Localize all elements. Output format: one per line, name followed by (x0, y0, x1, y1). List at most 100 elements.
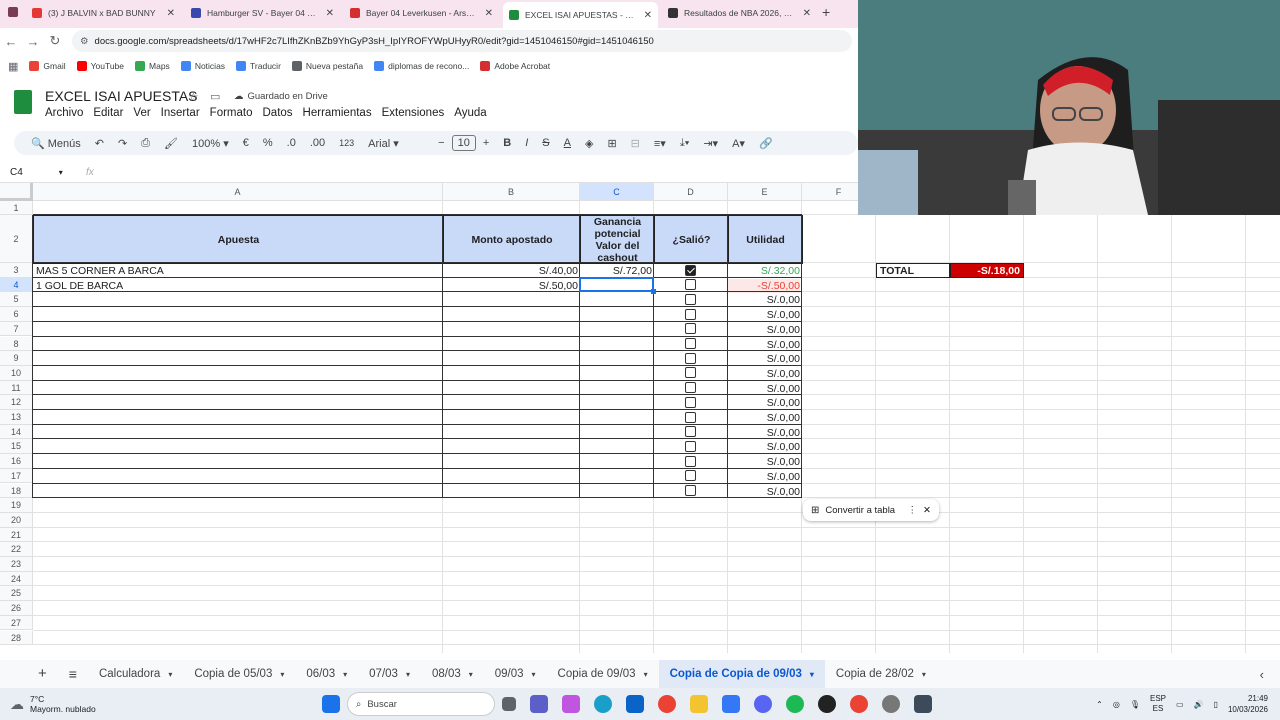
name-box[interactable]: C4 ▾ (10, 167, 63, 178)
browser-tab[interactable]: Hamburger SV - Bayer 04 Leve ✕ (185, 2, 340, 24)
sheet-tab[interactable]: 09/03 ▾ (484, 660, 547, 688)
align-icon[interactable]: ≡▾ (647, 137, 673, 150)
convert-to-table-chip[interactable]: ⊞ Convertir a tabla ⋮ ✕ (803, 499, 939, 521)
row-header[interactable]: 6 (0, 307, 33, 322)
checkbox-salio[interactable] (685, 382, 696, 394)
checkbox-salio[interactable] (685, 323, 696, 335)
selected-cell-outline[interactable] (579, 276, 654, 293)
sheet-tab-chevron-icon[interactable]: ▾ (469, 670, 473, 679)
bookmark-item[interactable]: Maps (135, 61, 170, 71)
sheet-tab[interactable]: 08/03 ▾ (421, 660, 484, 688)
row-header[interactable]: 7 (0, 321, 33, 337)
checkbox-salio[interactable] (685, 293, 696, 305)
column-header[interactable]: B (443, 183, 580, 201)
text-color-icon[interactable]: A (557, 137, 578, 149)
total-value[interactable]: -S/.18,00 (950, 263, 1024, 278)
menu-item[interactable]: Ver (133, 107, 150, 119)
menu-item[interactable]: Formato (210, 107, 253, 119)
browser-tab[interactable]: EXCEL ISAI APUESTAS - Hojas d✕ (503, 2, 658, 28)
close-tab-icon[interactable]: ✕ (161, 8, 175, 19)
close-icon[interactable]: ✕ (923, 505, 931, 516)
column-header[interactable]: E (728, 183, 802, 201)
browser-tab[interactable]: Resultados de NBA 2026, Balon ✕ (662, 2, 817, 24)
row-header[interactable]: 16 (0, 454, 33, 469)
row-header[interactable]: 24 (0, 571, 33, 587)
sheets-logo-icon[interactable] (14, 90, 32, 114)
close-tab-icon[interactable]: ✕ (797, 8, 811, 19)
checkbox-salio[interactable] (685, 264, 696, 276)
task-view-icon[interactable] (502, 697, 516, 711)
zoom-select[interactable]: 100% ▾ (185, 137, 236, 150)
row-header[interactable]: 1 (0, 201, 33, 215)
row-header[interactable]: 20 (0, 512, 33, 528)
decrease-decimal-button[interactable]: .0 (280, 137, 303, 149)
checkbox-salio[interactable] (685, 352, 696, 364)
print-icon[interactable]: ⎙ (134, 137, 157, 150)
row-header[interactable]: 10 (0, 365, 33, 381)
bookmark-item[interactable]: diplomas de recono... (374, 61, 469, 71)
weather-widget[interactable]: ☁ 7°C Mayorm. nublado (0, 694, 260, 714)
row-header[interactable]: 4 (0, 277, 33, 293)
table-header-d[interactable]: ¿Salió? (654, 215, 729, 264)
menu-item[interactable]: Extensiones (382, 107, 445, 119)
menu-item[interactable]: Insertar (161, 107, 200, 119)
paint-format-icon[interactable]: 🖌 (157, 137, 185, 150)
table-header-b[interactable]: Monto apostado (443, 215, 581, 264)
increase-decimal-button[interactable]: .00 (303, 137, 332, 149)
bookmark-item[interactable]: Traducir (236, 61, 281, 71)
microphone-icon[interactable]: 🎙 (1130, 700, 1140, 709)
checkbox-salio[interactable] (685, 338, 696, 349)
sheet-tab[interactable]: 06/03 ▾ (295, 660, 358, 688)
scroll-left-icon[interactable]: ‹ (1260, 667, 1280, 682)
column-header[interactable]: D (654, 183, 728, 201)
column-header[interactable]: A (33, 183, 443, 201)
taskbar-search[interactable]: ⌕ Buscar (347, 692, 495, 716)
outlook-icon[interactable] (626, 695, 644, 713)
sheet-tab-chevron-icon[interactable]: ▾ (168, 670, 172, 679)
rotate-icon[interactable]: A▾ (725, 137, 752, 150)
close-tab-icon[interactable]: ✕ (638, 10, 652, 21)
row-header[interactable]: 12 (0, 395, 33, 410)
apps-icon[interactable]: ▦ (8, 60, 18, 73)
browser-tab[interactable]: (3) J BALVIN x BAD BUNNY ✕ (26, 2, 181, 24)
checkbox-salio[interactable] (685, 470, 696, 482)
all-sheets-icon[interactable]: ≡ (58, 660, 88, 688)
calculator-icon[interactable] (914, 695, 932, 713)
bookmark-item[interactable]: YouTube (76, 61, 124, 71)
bold-button[interactable]: B (496, 137, 518, 149)
bookmark-item[interactable]: Gmail (29, 61, 66, 71)
menu-item[interactable]: Editar (93, 107, 123, 119)
forward-icon[interactable]: → (22, 34, 44, 49)
wrap-icon[interactable]: ⇥▾ (696, 137, 725, 150)
formula-bar[interactable] (100, 164, 858, 180)
italic-button[interactable]: I (518, 137, 535, 149)
merge-cells-icon[interactable]: ⊟ (624, 137, 647, 150)
column-header[interactable]: C (580, 183, 654, 201)
row-header[interactable]: 11 (0, 380, 33, 396)
document-title[interactable]: EXCEL ISAI APUESTAS (45, 88, 198, 104)
back-icon[interactable]: ← (0, 34, 22, 49)
copilot-icon[interactable] (562, 695, 580, 713)
checkbox-salio[interactable] (685, 308, 696, 320)
discord-icon[interactable] (754, 695, 772, 713)
checkbox-salio[interactable] (685, 411, 696, 423)
checkbox-salio[interactable] (685, 367, 696, 379)
add-sheet-icon[interactable]: + (0, 660, 58, 688)
undo-icon[interactable]: ↶ (88, 137, 111, 150)
sheet-tab-chevron-icon[interactable]: ▾ (532, 670, 536, 679)
tab-search-icon[interactable] (8, 7, 18, 17)
sheet-tab-chevron-icon[interactable]: ▾ (343, 670, 347, 679)
sheet-tab[interactable]: 07/03 ▾ (358, 660, 421, 688)
volume-icon[interactable]: 🔊 (1194, 700, 1204, 709)
obs-icon[interactable] (818, 695, 836, 713)
bookmark-item[interactable]: Nueva pestaña (291, 61, 363, 71)
row-header[interactable]: 5 (0, 292, 33, 308)
link-icon[interactable]: 🔗 (752, 137, 780, 150)
search-menus-button[interactable]: 🔍 Menús (24, 137, 88, 150)
currency-button[interactable]: € (236, 137, 256, 149)
table-header-e[interactable]: Utilidad (728, 215, 803, 264)
file-explorer-icon[interactable] (690, 695, 708, 713)
close-tab-icon[interactable]: ✕ (320, 8, 334, 19)
font-size-input[interactable]: 10 (451, 135, 476, 151)
menu-item[interactable]: Datos (263, 107, 293, 119)
